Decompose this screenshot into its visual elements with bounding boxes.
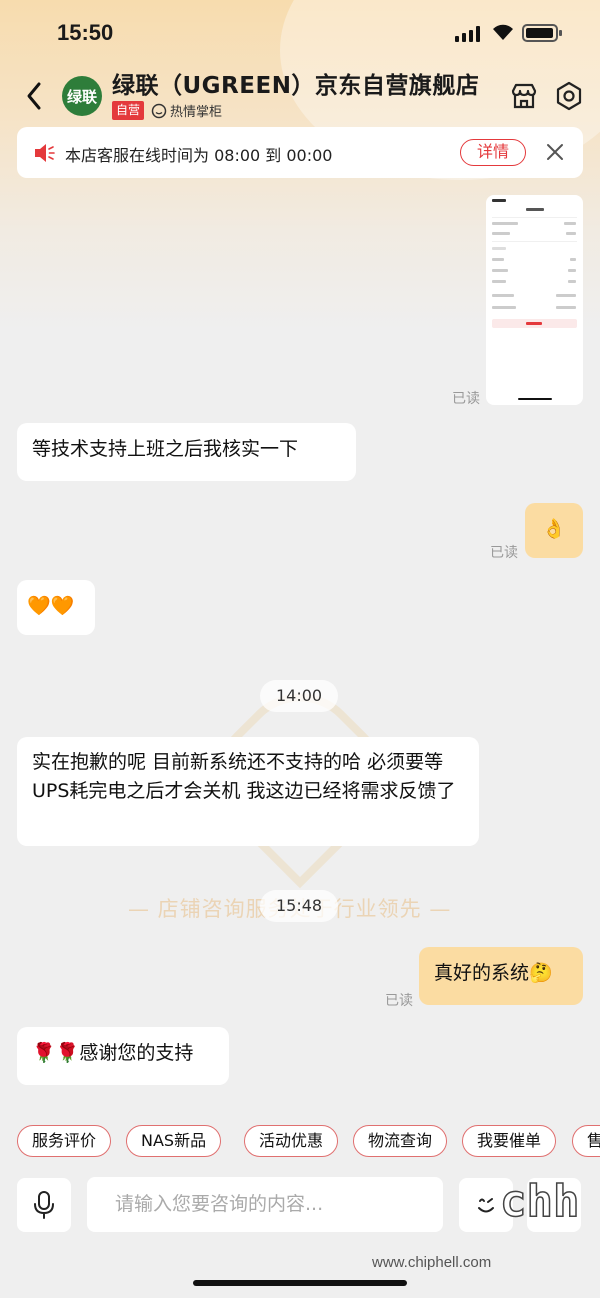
message-bubble-received: 实在抱歉的呢 目前新系统还不支持的哈 必须要等UPS耗完电之后才会关机 我这边已… (17, 737, 479, 846)
speaker-icon (35, 144, 55, 162)
time-divider: 14:00 (260, 680, 339, 712)
message-bubble-received: 等技术支持上班之后我核实一下 (17, 423, 356, 481)
quick-reply-bar: 服务评价 NAS新品 活动优惠 物流查询 我要催单 售 (17, 1125, 600, 1158)
microphone-icon (34, 1191, 54, 1219)
chiphell-logo-watermark: chh (499, 1176, 580, 1227)
close-icon[interactable] (545, 142, 565, 162)
battery-icon (522, 24, 562, 42)
notice-text: 本店客服在线时间为 08:00 到 00:00 (65, 146, 333, 165)
hot-cabinet-label: 热情掌柜 (170, 105, 223, 120)
sent-screenshot-image[interactable] (486, 195, 583, 405)
hot-cabinet-tag[interactable]: 热情掌柜 (151, 101, 222, 120)
self-operated-badge: 自营 (112, 101, 145, 120)
message-bubble-sent: 👌 (525, 503, 583, 558)
quick-reply-chip[interactable]: 服务评价 (17, 1125, 112, 1157)
status-time: 15:50 (57, 20, 114, 45)
message-input[interactable]: 请输入您要咨询的内容... (87, 1177, 443, 1232)
quick-reply-chip[interactable]: 售 (572, 1125, 600, 1157)
message-bubble-received: 🧡🧡 (17, 580, 95, 635)
message-bubble-sent: 真好的系统🤔 (419, 947, 583, 1005)
site-watermark: www.chiphell.com (372, 1254, 492, 1271)
shop-name[interactable]: 绿联（UGREEN）京东自营旗舰店 (112, 66, 479, 100)
read-receipt: 已读 (490, 545, 518, 561)
quick-reply-chip[interactable]: 活动优惠 (244, 1125, 339, 1157)
service-hours-notice: 本店客服在线时间为 08:00 到 00:00 详情 (17, 127, 583, 178)
quick-reply-chip[interactable]: 我要催单 (462, 1125, 557, 1157)
emoji-icon (478, 1198, 494, 1213)
status-bar: 15:50 (0, 0, 600, 66)
read-receipt: 已读 (452, 391, 480, 407)
wifi-icon (493, 24, 513, 40)
settings-hexagon-icon[interactable] (553, 80, 585, 112)
home-indicator[interactable] (193, 1280, 407, 1286)
smile-icon (151, 103, 167, 118)
quick-reply-chip[interactable]: NAS新品 (126, 1125, 222, 1157)
time-divider: 15:48 (260, 890, 339, 922)
cellular-signal-icon (455, 26, 481, 42)
store-icon[interactable] (508, 80, 540, 112)
shop-logo[interactable]: 绿联 (62, 76, 102, 116)
message-bubble-received: 🌹🌹感谢您的支持 (17, 1027, 229, 1085)
read-receipt: 已读 (385, 993, 413, 1009)
notice-detail-button[interactable]: 详情 (460, 139, 526, 166)
back-arrow-icon[interactable] (20, 78, 50, 114)
voice-input-button[interactable] (17, 1178, 71, 1232)
quick-reply-chip[interactable]: 物流查询 (353, 1125, 448, 1157)
